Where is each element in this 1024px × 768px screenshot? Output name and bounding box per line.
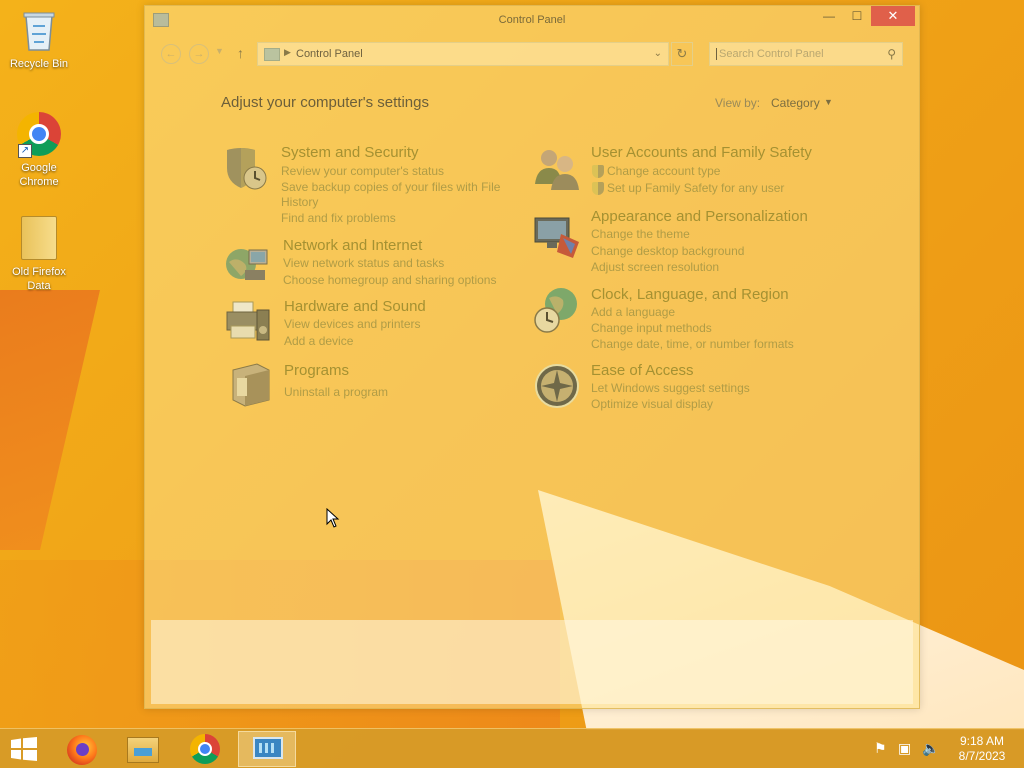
link-file-history[interactable]: History bbox=[281, 195, 318, 209]
category-appearance[interactable]: Appearance and Personalization bbox=[591, 208, 808, 225]
address-bar[interactable]: ▶ Control Panel ⌄ bbox=[257, 42, 669, 66]
search-box[interactable]: ⚲ bbox=[709, 42, 903, 66]
shortcut-arrow-icon: ↗ bbox=[18, 144, 32, 158]
link-find-fix-problems[interactable]: Find and fix problems bbox=[281, 211, 396, 225]
clock-time: 9:18 AM bbox=[959, 734, 1005, 748]
back-button[interactable]: ← bbox=[161, 44, 181, 64]
category-programs[interactable]: Programs bbox=[284, 362, 349, 379]
search-input[interactable] bbox=[716, 48, 876, 60]
chrome-icon bbox=[190, 734, 220, 764]
mouse-cursor-icon bbox=[326, 508, 340, 528]
desktop-icon-label: Recycle Bin bbox=[9, 58, 69, 70]
desktop-icon-label: Google Chrome bbox=[19, 162, 59, 188]
link-add-device[interactable]: Add a device bbox=[284, 334, 353, 348]
control-panel-icon bbox=[264, 48, 280, 61]
category-hardware-and-sound[interactable]: Hardware and Sound bbox=[284, 298, 426, 315]
taskbar-firefox[interactable] bbox=[52, 731, 110, 767]
uac-shield-icon bbox=[592, 182, 604, 195]
address-path[interactable]: Control Panel bbox=[296, 48, 363, 60]
link-homegroup-sharing[interactable]: Choose homegroup and sharing options bbox=[283, 273, 496, 287]
refresh-button[interactable]: ↻ bbox=[671, 42, 693, 66]
start-button[interactable] bbox=[10, 737, 38, 761]
chevron-right-icon: ▶ bbox=[284, 47, 291, 57]
desktop-icon-label: Old Firefox Data bbox=[12, 266, 66, 292]
control-panel-icon bbox=[253, 737, 283, 759]
file-explorer-icon bbox=[127, 737, 159, 763]
navigation-bar: ← → ▼ ↑ ▶ Control Panel ⌄ ↻ ⚲ bbox=[153, 42, 913, 66]
link-view-devices-printers[interactable]: View devices and printers bbox=[284, 317, 421, 331]
windows-logo-icon bbox=[11, 737, 37, 761]
window-title: Control Panel bbox=[498, 14, 566, 26]
volume-icon[interactable]: 🔈 bbox=[922, 740, 939, 757]
link-optimize-visual-display[interactable]: Optimize visual display bbox=[591, 397, 713, 411]
chevron-down-icon[interactable]: ▼ bbox=[824, 97, 833, 107]
taskbar: ⚑ ▣ 🔈 9:18 AM 8/7/2023 bbox=[0, 728, 1024, 768]
taskbar-chrome[interactable] bbox=[176, 731, 234, 767]
minimize-button[interactable]: — bbox=[815, 6, 843, 26]
category-ease-of-access[interactable]: Ease of Access bbox=[591, 362, 694, 379]
firefox-icon bbox=[67, 735, 97, 765]
shield-clock-icon[interactable] bbox=[221, 144, 269, 192]
programs-box-icon[interactable] bbox=[227, 360, 275, 408]
chrome-icon: ↗ bbox=[16, 112, 62, 158]
link-screen-resolution[interactable]: Adjust screen resolution bbox=[591, 260, 719, 274]
action-center-flag-icon[interactable]: ⚑ bbox=[874, 740, 887, 757]
page-title: Adjust your computer's settings bbox=[221, 94, 429, 111]
window-bottom-area bbox=[151, 620, 913, 704]
folder-icon bbox=[16, 216, 62, 262]
link-add-language[interactable]: Add a language bbox=[591, 305, 675, 319]
chevron-down-icon[interactable]: ⌄ bbox=[654, 48, 662, 59]
taskbar-control-panel[interactable] bbox=[238, 731, 296, 767]
link-uninstall-program[interactable]: Uninstall a program bbox=[284, 385, 388, 399]
uac-shield-icon bbox=[592, 165, 604, 178]
view-by-label: View by: bbox=[715, 96, 761, 110]
globe-network-icon[interactable] bbox=[223, 240, 271, 288]
link-review-status[interactable]: Review your computer's status bbox=[281, 164, 444, 178]
clock-date: 8/7/2023 bbox=[958, 749, 1006, 763]
up-button[interactable]: ↑ bbox=[237, 45, 244, 61]
category-system-and-security[interactable]: System and Security bbox=[281, 144, 419, 161]
recycle-bin-icon bbox=[16, 8, 62, 54]
system-clock[interactable]: 9:18 AM 8/7/2023 bbox=[948, 734, 1016, 764]
category-network-and-internet[interactable]: Network and Internet bbox=[283, 237, 422, 254]
desktop-icon-chrome[interactable]: ↗ Google Chrome bbox=[3, 112, 75, 189]
taskbar-file-explorer[interactable] bbox=[114, 731, 172, 767]
search-icon[interactable]: ⚲ bbox=[887, 47, 896, 61]
control-panel-window: Control Panel — ☐ ✕ ← → ▼ ↑ ▶ Control Pa… bbox=[144, 5, 920, 709]
category-clock-language-region[interactable]: Clock, Language, and Region bbox=[591, 286, 789, 303]
desktop-icon-old-firefox-data[interactable]: Old Firefox Data bbox=[3, 216, 75, 293]
close-button[interactable]: ✕ bbox=[871, 6, 915, 26]
link-view-network-status[interactable]: View network status and tasks bbox=[283, 256, 444, 270]
users-icon[interactable] bbox=[533, 144, 581, 192]
link-change-account-type[interactable]: Change account type bbox=[607, 164, 720, 178]
link-change-theme[interactable]: Change the theme bbox=[591, 227, 690, 241]
link-family-safety[interactable]: Set up Family Safety for any user bbox=[607, 181, 784, 195]
desktop-icon-recycle-bin[interactable]: Recycle Bin bbox=[3, 8, 75, 71]
clock-globe-icon[interactable] bbox=[533, 286, 581, 334]
network-icon[interactable]: ▣ bbox=[898, 740, 911, 757]
link-windows-suggest-settings[interactable]: Let Windows suggest settings bbox=[591, 381, 750, 395]
recent-locations-dropdown[interactable]: ▼ bbox=[215, 46, 224, 56]
maximize-button[interactable]: ☐ bbox=[843, 6, 871, 26]
link-save-backup[interactable]: Save backup copies of your files with Fi… bbox=[281, 180, 500, 194]
category-user-accounts[interactable]: User Accounts and Family Safety bbox=[591, 144, 812, 161]
link-input-methods[interactable]: Change input methods bbox=[591, 321, 712, 335]
wallpaper-shape bbox=[0, 290, 100, 550]
forward-button[interactable]: → bbox=[189, 44, 209, 64]
link-date-time-formats[interactable]: Change date, time, or number formats bbox=[591, 337, 794, 351]
title-bar[interactable]: Control Panel — ☐ ✕ bbox=[145, 6, 919, 36]
link-change-background[interactable]: Change desktop background bbox=[591, 244, 744, 258]
printer-speaker-icon[interactable] bbox=[225, 298, 273, 346]
view-by-dropdown[interactable]: Category bbox=[771, 96, 820, 110]
ease-of-access-icon[interactable] bbox=[533, 362, 581, 410]
monitor-palette-icon[interactable] bbox=[533, 212, 581, 260]
